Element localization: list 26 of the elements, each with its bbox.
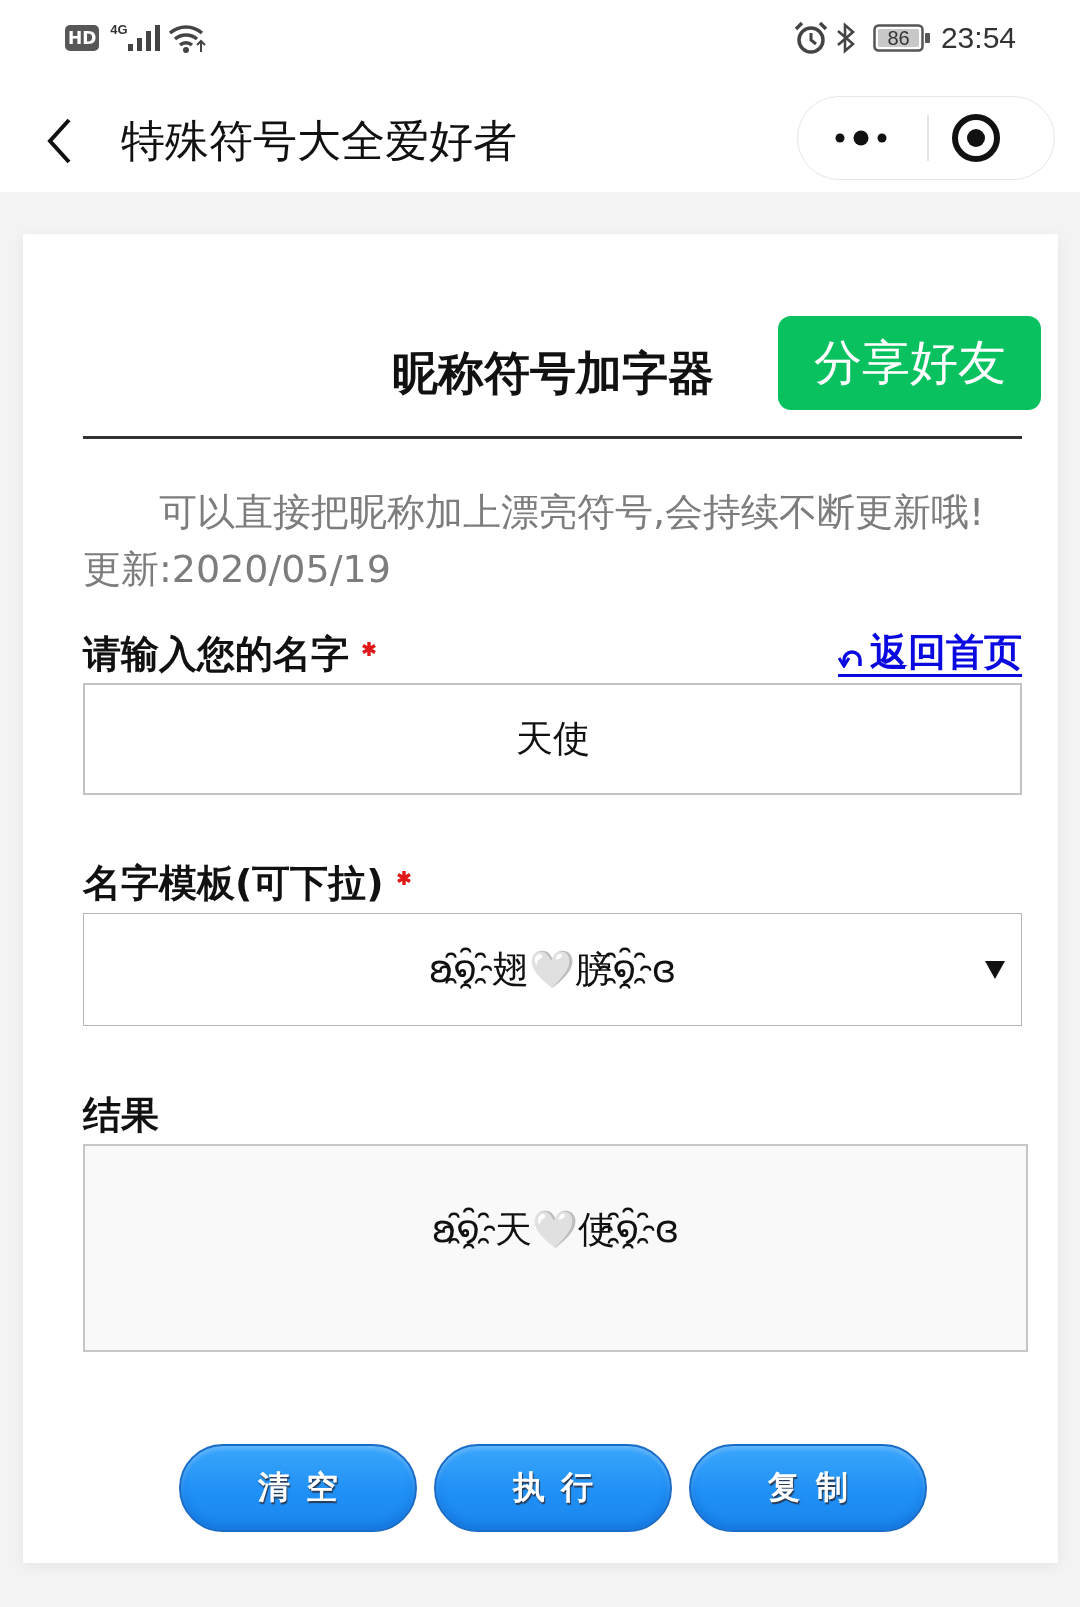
update-date: 更新:2020/05/19 [83,546,392,593]
result-output: ʚ໑҈天🤍使໑҈ɞ [83,1144,1028,1352]
field-label: 结果 [83,1092,159,1139]
alarm-clock-icon [793,21,828,55]
action-button[interactable]: 执行 [433,1444,672,1532]
hd-indicator: HD [65,25,100,51]
field-label: 名字模板(可下拉) [83,860,384,907]
page-title: 特殊符号大全爱好者 [121,114,517,168]
tool-title: 昵称符号加字器 [391,345,714,402]
field-label: 请输入您的名字 [83,631,349,678]
home-link[interactable]: 返回首页 [838,630,1022,677]
share-button[interactable]: 分享好友 [778,316,1041,410]
description-text: 可以直接把昵称加上漂亮符号,会持续不断更新哦! [158,489,986,536]
action-button[interactable]: 复制 [688,1444,927,1532]
network-type: 4G [110,22,128,37]
caret-icon [985,960,1005,979]
more-icon[interactable] [835,130,887,146]
action-button[interactable]: 清空 [178,1444,417,1532]
battery-indicator: 86 [872,24,931,52]
ring-dot-icon[interactable] [950,113,1001,163]
back-icon[interactable] [46,118,72,164]
clock-time: 23:54 [940,21,1016,55]
wifi-icon [167,23,206,53]
name-input[interactable]: 天使 [83,683,1022,795]
template-select[interactable]: ʚ໑҈翅🤍膀໑҈ɞ [83,913,1022,1026]
signal-icon [127,25,160,51]
